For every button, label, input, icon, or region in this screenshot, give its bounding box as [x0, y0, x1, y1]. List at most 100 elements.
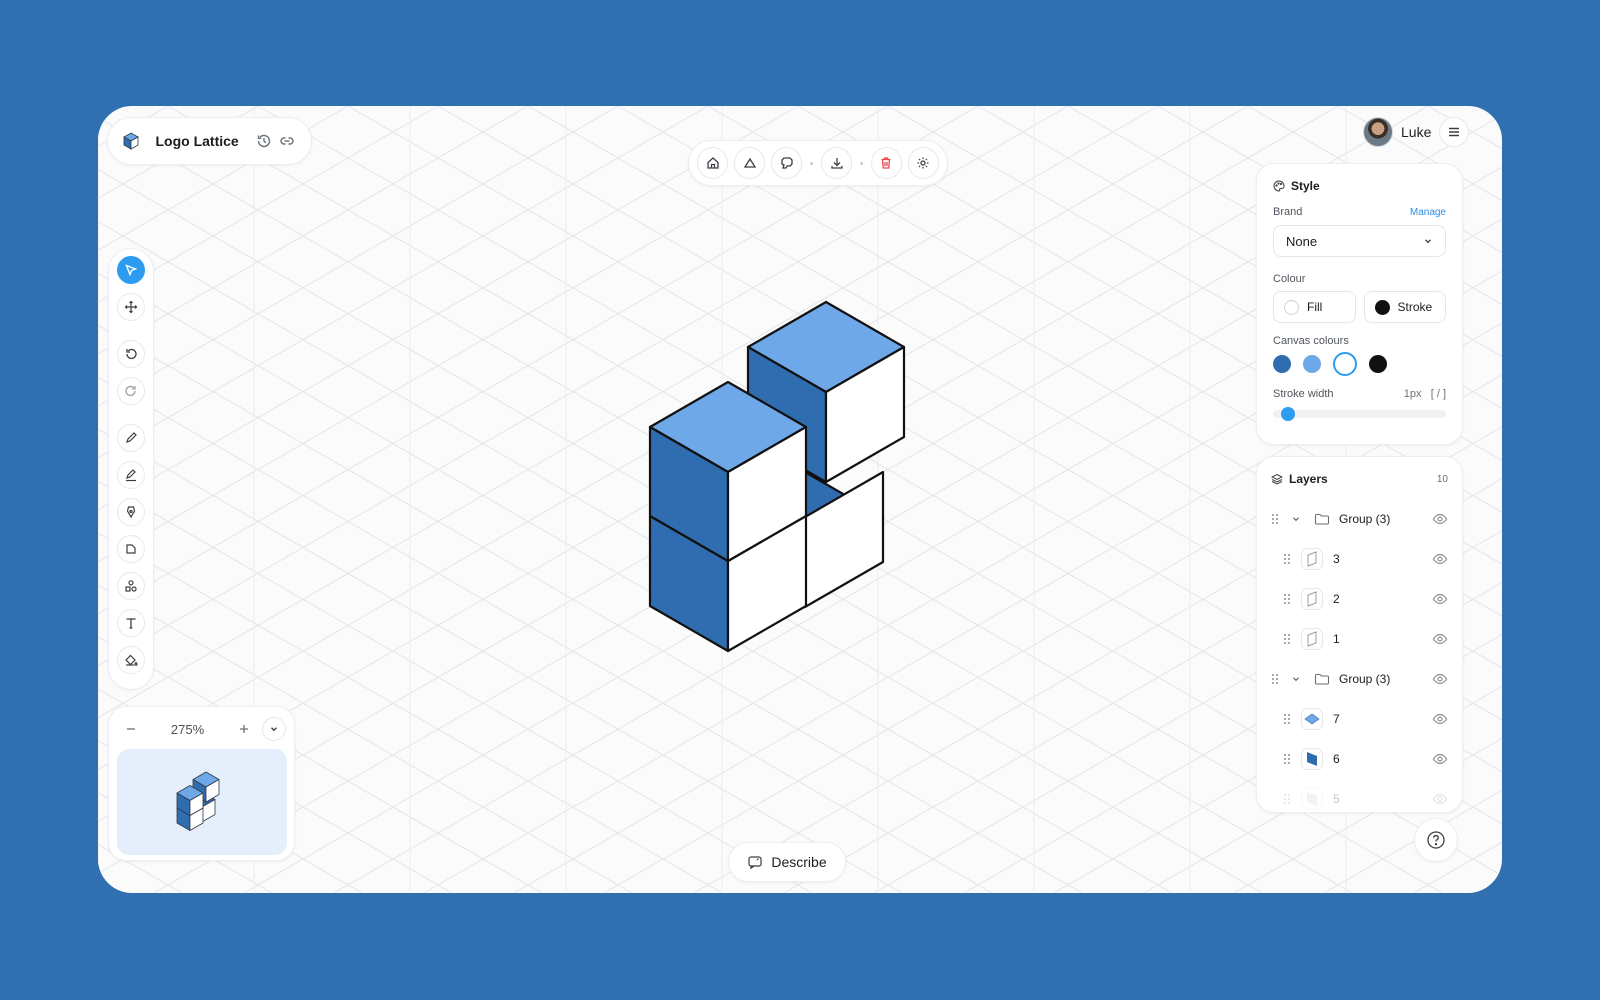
- chevron-down-icon[interactable]: [1289, 514, 1303, 524]
- redo-tool[interactable]: [117, 377, 145, 405]
- drag-handle-icon[interactable]: [1271, 513, 1279, 525]
- drag-handle-icon[interactable]: [1283, 633, 1291, 645]
- eye-icon[interactable]: [1432, 791, 1448, 807]
- layers-panel: Layers 10 Group (3) 3 2 1 Group (3) 7 6 5: [1256, 456, 1463, 813]
- select-tool[interactable]: [117, 256, 145, 284]
- minus-icon: [127, 728, 135, 730]
- layer-label: 1: [1333, 632, 1340, 646]
- zoom-options-button[interactable]: [262, 717, 286, 741]
- link-icon[interactable]: [276, 127, 299, 155]
- layer-row[interactable]: 5: [1271, 779, 1448, 812]
- download-button[interactable]: [821, 147, 853, 179]
- paint-button[interactable]: [771, 147, 803, 179]
- layer-label: Group (3): [1339, 512, 1391, 526]
- canvas-colour-swatch[interactable]: [1369, 355, 1387, 373]
- drag-handle-icon[interactable]: [1271, 673, 1279, 685]
- brand-select[interactable]: None: [1273, 225, 1446, 257]
- describe-icon: [747, 854, 763, 870]
- nib-tool[interactable]: [117, 498, 145, 526]
- stroke-width-slider-handle[interactable]: [1281, 407, 1295, 421]
- stroke-swatch: [1374, 299, 1390, 315]
- top-toolbar: [688, 140, 948, 186]
- eye-icon[interactable]: [1432, 511, 1448, 527]
- help-icon: [1427, 831, 1445, 849]
- pen-tool[interactable]: [117, 461, 145, 489]
- home-icon: [706, 157, 719, 169]
- zoom-out-button[interactable]: [117, 715, 145, 743]
- cloud-button[interactable]: [734, 147, 766, 179]
- manage-link[interactable]: Manage: [1410, 207, 1446, 218]
- plus-icon: [240, 725, 248, 733]
- layer-row[interactable]: 2: [1271, 579, 1448, 619]
- text-tool[interactable]: [117, 609, 145, 637]
- layer-label: 3: [1333, 552, 1340, 566]
- canvas-colour-swatch[interactable]: [1303, 355, 1321, 373]
- fill-tool[interactable]: [117, 646, 145, 674]
- minimap[interactable]: [117, 749, 287, 855]
- user-name[interactable]: Luke: [1401, 124, 1431, 140]
- drag-handle-icon[interactable]: [1283, 793, 1291, 805]
- trash-icon: [881, 157, 891, 169]
- drag-handle-icon[interactable]: [1283, 713, 1291, 725]
- fill-label: Fill: [1307, 300, 1323, 314]
- folder-icon: [1313, 672, 1331, 686]
- describe-button[interactable]: Describe: [728, 842, 846, 882]
- drag-handle-icon[interactable]: [1283, 753, 1291, 765]
- eye-icon[interactable]: [1432, 591, 1448, 607]
- eye-icon[interactable]: [1432, 751, 1448, 767]
- eye-icon[interactable]: [1432, 711, 1448, 727]
- home-button[interactable]: [697, 147, 729, 179]
- stroke-label: Stroke: [1397, 300, 1433, 314]
- layers-icon: [1271, 473, 1283, 485]
- stroke-colour-button[interactable]: Stroke: [1363, 291, 1446, 323]
- app-logo-icon[interactable]: [120, 128, 141, 154]
- move-tool[interactable]: [117, 293, 145, 321]
- toolbar-separator: [810, 161, 813, 165]
- eye-icon[interactable]: [1432, 631, 1448, 647]
- layer-label: 7: [1333, 712, 1340, 726]
- drag-handle-icon[interactable]: [1283, 593, 1291, 605]
- settings-button[interactable]: [907, 147, 939, 179]
- eye-icon[interactable]: [1432, 671, 1448, 687]
- zoom-level[interactable]: 275%: [145, 722, 230, 737]
- pencil-icon: [126, 432, 137, 443]
- stroke-width-label: Stroke width: [1273, 388, 1334, 400]
- layer-row[interactable]: 1: [1271, 619, 1448, 659]
- main-menu-button[interactable]: [1439, 117, 1469, 147]
- layer-label: 5: [1333, 792, 1340, 806]
- avatar[interactable]: [1363, 117, 1393, 147]
- chevron-down-icon: [1423, 236, 1433, 246]
- move-icon: [124, 300, 138, 314]
- undo-tool[interactable]: [117, 340, 145, 368]
- stroke-width-slider[interactable]: [1273, 407, 1446, 421]
- components-tool[interactable]: [117, 572, 145, 600]
- paint-icon: [780, 157, 793, 169]
- layers-count: 10: [1436, 473, 1448, 485]
- canvas-colour-swatch-selected[interactable]: [1333, 352, 1357, 376]
- layer-group-row[interactable]: Group (3): [1271, 659, 1448, 699]
- describe-label: Describe: [771, 854, 827, 870]
- chevron-down-icon[interactable]: [1289, 674, 1303, 684]
- layer-label: 2: [1333, 592, 1340, 606]
- layer-label: Group (3): [1339, 672, 1391, 686]
- project-title-bar: Logo Lattice: [107, 117, 312, 165]
- drag-handle-icon[interactable]: [1283, 553, 1291, 565]
- layer-row[interactable]: 7: [1271, 699, 1448, 739]
- layer-row[interactable]: 6: [1271, 739, 1448, 779]
- eye-icon[interactable]: [1432, 551, 1448, 567]
- help-button[interactable]: [1414, 818, 1458, 862]
- layer-row[interactable]: 3: [1271, 539, 1448, 579]
- fill-colour-button[interactable]: Fill: [1273, 291, 1356, 323]
- history-icon[interactable]: [253, 127, 276, 155]
- zoom-in-button[interactable]: [230, 715, 258, 743]
- layer-thumbnail: [1301, 588, 1323, 610]
- project-title[interactable]: Logo Lattice: [155, 133, 238, 149]
- minimap-preview: [176, 771, 220, 831]
- layer-group-row[interactable]: Group (3): [1271, 499, 1448, 539]
- colour-label: Colour: [1273, 273, 1306, 285]
- pencil-tool[interactable]: [117, 424, 145, 452]
- canvas-colour-swatch[interactable]: [1273, 355, 1291, 373]
- delete-button[interactable]: [870, 147, 902, 179]
- layer-thumbnail: [1301, 748, 1323, 770]
- shape-tool[interactable]: [117, 535, 145, 563]
